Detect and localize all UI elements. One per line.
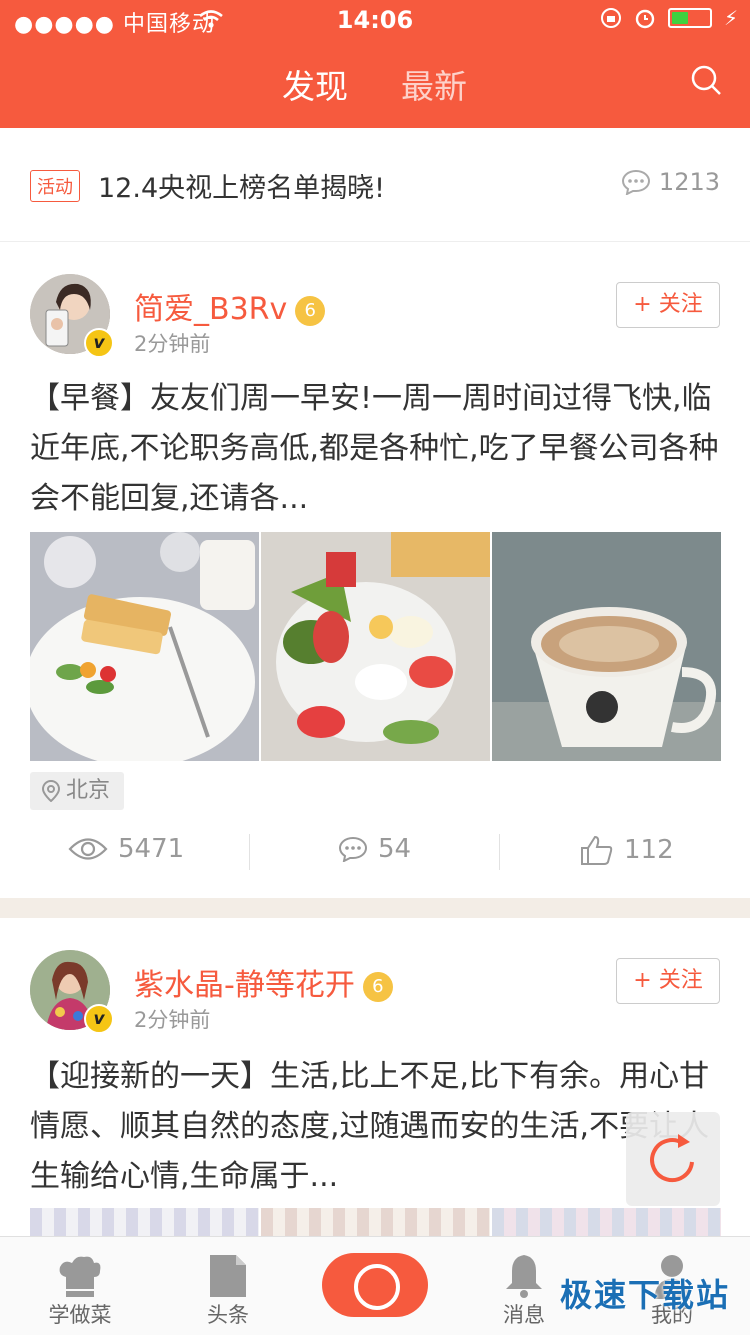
post-image[interactable] (492, 1208, 721, 1236)
level-badge: 6 (295, 295, 326, 326)
tab-label: 头条 (207, 1303, 249, 1327)
comments-count: 54 (378, 834, 412, 864)
activity-tag: 活动 (30, 170, 80, 202)
verified-badge: v (84, 328, 114, 358)
eye-icon (68, 838, 108, 860)
post-text[interactable]: 【早餐】友友们周一早安!一周一周时间过得飞快,临近年底,不论职务高低,都是各种忙… (30, 374, 720, 524)
post-time: 2分钟前 (134, 1008, 211, 1032)
username-row[interactable]: 紫水晶-静等花开 6 (134, 960, 393, 1004)
status-bar: ●●●●● 中国移动 14:06 ⚡ (0, 0, 750, 40)
post-image[interactable] (30, 532, 259, 761)
search-icon[interactable] (690, 64, 722, 96)
tab-cook[interactable]: 学做菜 (25, 1247, 135, 1329)
banner-title[interactable]: 12.4央视上榜名单揭晓! (98, 166, 385, 205)
tab-latest[interactable]: 最新 (401, 60, 467, 108)
section-divider (0, 898, 750, 918)
follow-button[interactable]: + 关注 (616, 282, 720, 328)
post-image[interactable] (261, 532, 490, 761)
chef-hat-icon (59, 1256, 101, 1297)
post-text[interactable]: 【迎接新的一天】生活,比上不足,比下有余。用心甘情愿、顺其自然的态度,过随遇而安… (30, 1052, 720, 1202)
activity-banner[interactable]: 活动 12.4央视上榜名单揭晓! 1213 (0, 128, 750, 242)
alarm-icon (635, 9, 655, 29)
location-tag[interactable]: 北京 (30, 772, 125, 810)
verified-badge: v (84, 1004, 114, 1034)
tab-discover[interactable]: 发现 (280, 60, 350, 132)
tab-label: 学做菜 (48, 1303, 112, 1327)
charging-icon: ⚡ (723, 6, 738, 30)
follow-button[interactable]: + 关注 (616, 958, 720, 1004)
location-label: 北京 (66, 778, 111, 803)
views-count: 5471 (118, 834, 185, 864)
refresh-button[interactable] (626, 1112, 720, 1206)
bell-icon (506, 1255, 542, 1298)
battery-icon (667, 8, 712, 28)
views-stat[interactable]: 5471 (68, 834, 184, 864)
banner-comment-count: 1213 (621, 168, 720, 196)
post-images (30, 532, 721, 761)
username-row[interactable]: 简爱_B3Rv 6 (134, 284, 326, 328)
post-stats: 5471 54 112 (0, 824, 750, 884)
location-pin-icon (41, 779, 61, 803)
username[interactable]: 紫水晶-静等花开 (134, 968, 355, 1003)
top-nav: 发现 最新 (0, 40, 750, 132)
document-icon (210, 1255, 246, 1297)
thumbs-up-icon (581, 835, 613, 865)
post-time: 2分钟前 (134, 332, 211, 356)
status-right: ⚡ (600, 6, 738, 30)
likes-count: 112 (624, 835, 674, 865)
username[interactable]: 简爱_B3Rv (134, 292, 287, 327)
tab-headlines[interactable]: 头条 (173, 1247, 283, 1329)
comments-stat[interactable]: 54 (338, 834, 411, 864)
post-card: v 简爱_B3Rv 6 2分钟前 + 关注 【早餐】友友们周一早安!一周一周时间过… (0, 242, 750, 898)
level-badge: 6 (362, 971, 393, 1002)
post-image[interactable] (492, 532, 721, 761)
post-image[interactable] (30, 1208, 259, 1236)
watermark: 极速下载站 (559, 1276, 730, 1314)
post-image[interactable] (261, 1208, 490, 1236)
refresh-icon (650, 1134, 694, 1183)
likes-stat[interactable]: 112 (580, 834, 674, 866)
camera-button[interactable] (322, 1253, 428, 1317)
banner-count-value: 1213 (658, 168, 720, 196)
comment-icon (338, 836, 368, 862)
comment-icon (621, 169, 650, 195)
camera-icon (354, 1264, 400, 1310)
rotation-lock-icon (600, 8, 621, 28)
post-images (30, 1208, 721, 1236)
